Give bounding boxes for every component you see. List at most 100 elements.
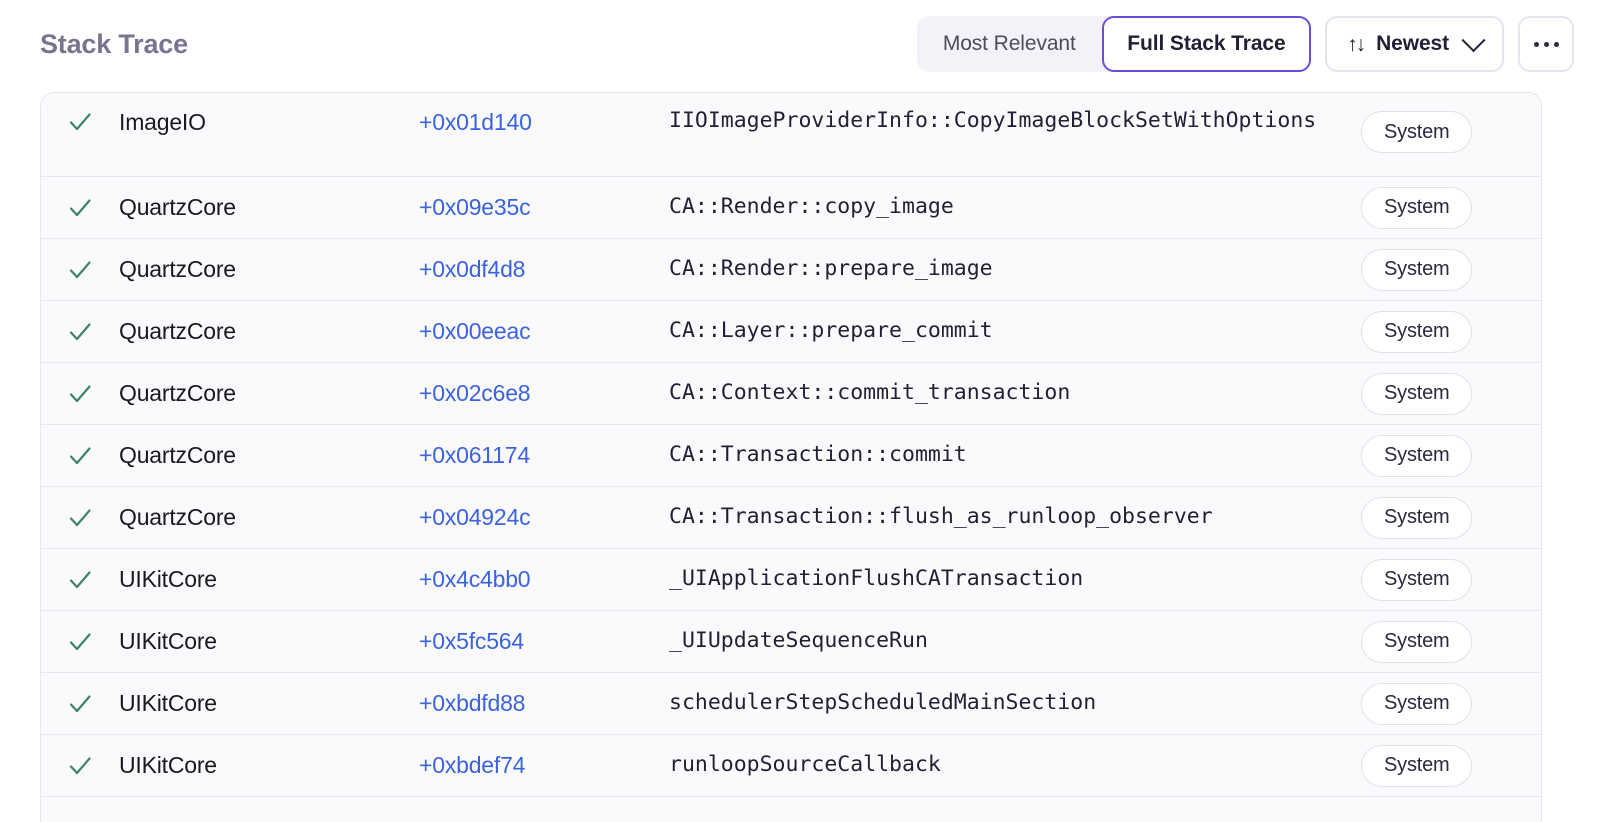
frame-offset-link[interactable]: +0x4c4bb0 [419, 549, 669, 610]
table-row[interactable]: QuartzCore+0x0df4d8CA::Render::prepare_i… [41, 239, 1541, 301]
table-row[interactable]: QuartzCore+0x00eeacCA::Layer::prepare_co… [41, 301, 1541, 363]
frame-origin-cell: System [1353, 239, 1541, 300]
frame-offset-link[interactable]: +0xbdef74 [419, 735, 669, 796]
frame-symbol-text: CA::Transaction::flush_as_runloop_observ… [669, 501, 1213, 532]
frame-symbol-text: _UIUpdateSequenceRun [669, 625, 928, 656]
frame-symbol: CA::Transaction::commit [669, 425, 1353, 484]
status-badge: System [1361, 497, 1472, 539]
table-row[interactable]: UIKitCore+0x4c4bb0_UIApplicationFlushCAT… [41, 549, 1541, 611]
check-icon [65, 503, 95, 533]
frame-offset-link[interactable] [419, 797, 669, 822]
frame-symbol: schedulerStepScheduledMainSection [669, 673, 1353, 732]
status-badge: System [1361, 111, 1472, 153]
frame-module-name: QuartzCore [119, 425, 419, 486]
frame-module-name: UIKitCore [119, 611, 419, 672]
frame-symbol-text: CA::Render::copy_image [669, 191, 954, 222]
frame-status-cell [41, 425, 119, 486]
frame-module-name: UIKitCore [119, 549, 419, 610]
sort-arrows-icon: ↑↓ [1347, 34, 1364, 55]
frame-symbol: CA::Transaction::flush_as_runloop_observ… [669, 487, 1353, 546]
status-badge: System [1361, 621, 1472, 663]
frame-offset-link[interactable]: +0x5fc564 [419, 611, 669, 672]
frame-status-cell [41, 673, 119, 734]
frame-offset-link[interactable]: +0x0df4d8 [419, 239, 669, 300]
frame-origin-cell [1353, 797, 1541, 822]
status-badge: System [1361, 373, 1472, 415]
frame-symbol: CA::Context::commit_transaction [669, 363, 1353, 422]
sort-order-label: Newest [1376, 32, 1449, 56]
frame-offset-link[interactable]: +0x00eeac [419, 301, 669, 362]
frame-symbol: CA::Render::prepare_image [669, 239, 1353, 298]
frame-symbol-text: IIOImageProviderInfo::CopyImageBlockSetW… [669, 105, 1316, 136]
table-row[interactable]: QuartzCore+0x02c6e8CA::Context::commit_t… [41, 363, 1541, 425]
frame-status-cell [41, 797, 119, 822]
frame-status-cell [41, 735, 119, 796]
frame-symbol-text: schedulerStepScheduledMainSection [669, 687, 1096, 718]
panel-header: Stack Trace Most Relevant Full Stack Tra… [0, 0, 1614, 88]
frame-status-cell [41, 301, 119, 362]
table-row[interactable]: UIKitCore+0xbdef74runloopSourceCallback S… [41, 735, 1541, 797]
check-icon [65, 107, 95, 137]
frame-origin-cell: System [1353, 93, 1541, 176]
stack-view-segmented-control[interactable]: Most Relevant Full Stack Trace [917, 16, 1311, 72]
frame-module-name: QuartzCore [119, 363, 419, 424]
frame-offset-link[interactable]: +0x04924c [419, 487, 669, 548]
tab-most-relevant[interactable]: Most Relevant [917, 16, 1102, 72]
stack-frame-list: ImageIO+0x01d140IIOImageProviderInfo::Co… [40, 92, 1542, 822]
frame-symbol-text: CA::Transaction::commit [669, 439, 967, 470]
check-icon [65, 317, 95, 347]
frame-status-cell [41, 363, 119, 424]
check-icon [65, 193, 95, 223]
frame-offset-link[interactable]: +0x09e35c [419, 177, 669, 238]
frame-origin-cell: System [1353, 363, 1541, 424]
frame-origin-cell: System [1353, 549, 1541, 610]
status-badge: System [1361, 745, 1472, 787]
frame-symbol: runloopSourceCallback [669, 735, 1353, 794]
ellipsis-icon [1534, 42, 1559, 47]
frame-module-name: QuartzCore [119, 487, 419, 548]
table-row[interactable] [41, 797, 1541, 822]
status-badge: System [1361, 559, 1472, 601]
header-controls: Most Relevant Full Stack Trace ↑↓ Newest [917, 16, 1574, 72]
frame-offset-link[interactable]: +0x061174 [419, 425, 669, 486]
check-icon [65, 379, 95, 409]
frame-module-name: UIKitCore [119, 735, 419, 796]
check-icon [65, 255, 95, 285]
table-row[interactable]: ImageIO+0x01d140IIOImageProviderInfo::Co… [41, 93, 1541, 177]
frame-symbol-text: runloopSourceCallback [669, 749, 941, 780]
frame-origin-cell: System [1353, 177, 1541, 238]
frame-origin-cell: System [1353, 301, 1541, 362]
frame-symbol: _UIApplicationFlushCATransaction [669, 549, 1353, 608]
check-icon [65, 627, 95, 657]
more-options-button[interactable] [1518, 16, 1574, 72]
frame-origin-cell: System [1353, 673, 1541, 734]
frame-symbol-text: CA::Layer::prepare_commit [669, 315, 993, 346]
status-badge: System [1361, 683, 1472, 725]
sort-order-button[interactable]: ↑↓ Newest [1325, 16, 1504, 72]
frame-offset-link[interactable]: +0x01d140 [419, 93, 669, 176]
table-row[interactable]: QuartzCore+0x09e35cCA::Render::copy_imag… [41, 177, 1541, 239]
frame-status-cell [41, 487, 119, 548]
table-row[interactable]: QuartzCore+0x04924cCA::Transaction::flus… [41, 487, 1541, 549]
frame-offset-link[interactable]: +0x02c6e8 [419, 363, 669, 424]
frame-module-name [119, 797, 419, 822]
status-badge: System [1361, 249, 1472, 291]
page-title: Stack Trace [40, 31, 188, 58]
table-row[interactable]: QuartzCore+0x061174CA::Transaction::comm… [41, 425, 1541, 487]
frame-symbol-text: CA::Context::commit_transaction [669, 377, 1070, 408]
tab-full-stack-trace[interactable]: Full Stack Trace [1102, 16, 1311, 72]
check-icon [65, 441, 95, 471]
frame-offset-link[interactable]: +0xbdfd88 [419, 673, 669, 734]
frame-status-cell [41, 177, 119, 238]
frame-module-name: QuartzCore [119, 177, 419, 238]
check-icon [65, 565, 95, 595]
table-row[interactable]: UIKitCore+0xbdfd88schedulerStepScheduled… [41, 673, 1541, 735]
stack-trace-panel: Stack Trace Most Relevant Full Stack Tra… [0, 0, 1614, 822]
frame-symbol: IIOImageProviderInfo::CopyImageBlockSetW… [669, 93, 1353, 148]
frame-symbol: _UIUpdateSequenceRun [669, 611, 1353, 670]
frame-symbol [669, 797, 1353, 822]
frame-origin-cell: System [1353, 487, 1541, 548]
table-row[interactable]: UIKitCore+0x5fc564_UIUpdateSequenceRun Sy… [41, 611, 1541, 673]
frame-symbol-text: _UIApplicationFlushCATransaction [669, 563, 1083, 594]
frame-module-name: QuartzCore [119, 239, 419, 300]
